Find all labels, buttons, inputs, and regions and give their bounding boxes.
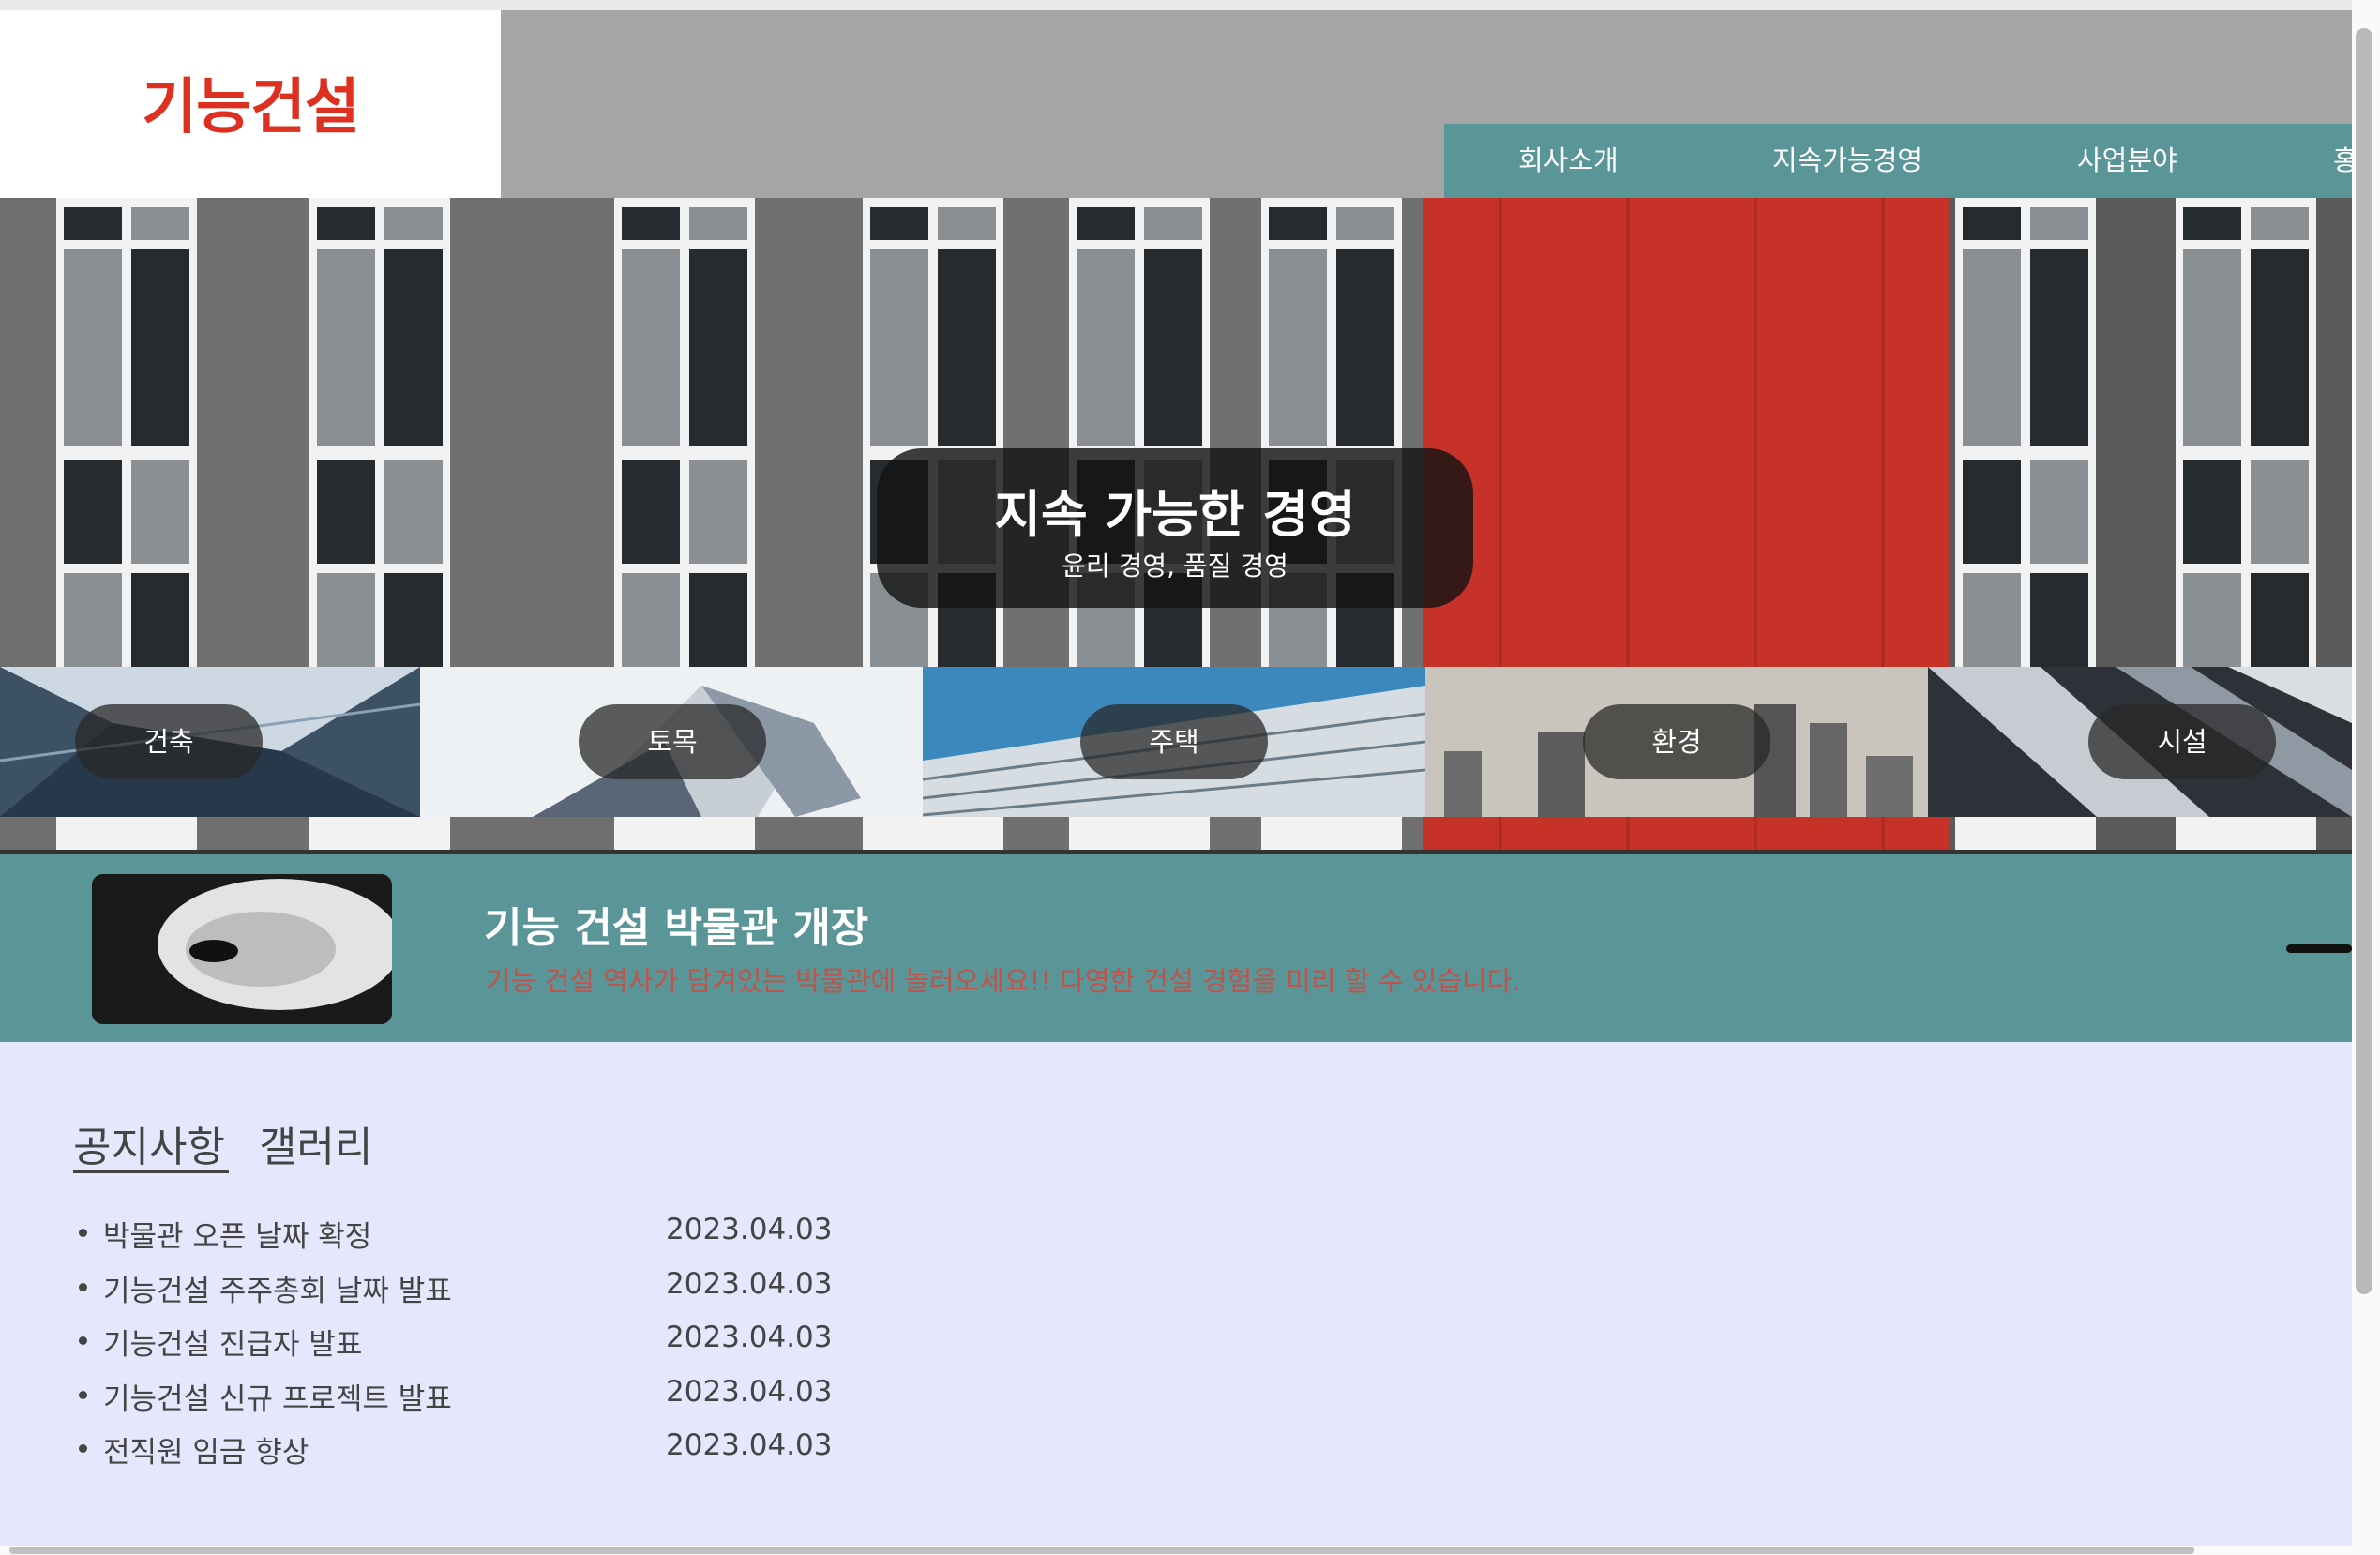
category-label-facility: 시설 bbox=[2088, 704, 2276, 779]
board-section: 공지사항 갤러리 박물관 오픈 날짜 확정 2023.04.03 기능건설 주주… bbox=[0, 1042, 2352, 1546]
category-tile-architecture[interactable]: 건축 bbox=[0, 667, 420, 817]
notice-list: 박물관 오픈 날짜 확정 2023.04.03 기능건설 주주총회 날짜 발표 … bbox=[75, 1203, 919, 1473]
notice-date: 2023.04.03 bbox=[666, 1428, 833, 1462]
notice-row[interactable]: 기능건설 진급자 발표 2023.04.03 bbox=[75, 1311, 919, 1366]
bullet-icon bbox=[79, 1229, 87, 1237]
main-nav: 회사소개 지속가능경영 사업분야 홍 bbox=[1444, 124, 2352, 198]
logo-area[interactable]: 기능건설 bbox=[0, 10, 501, 198]
notice-title[interactable]: 기능건설 진급자 발표 bbox=[103, 1321, 362, 1363]
banner-subtitle: 기능 건설 역사가 담겨있는 박물관에 놀러오세요!! 다영한 건설 경험을 미… bbox=[486, 965, 1521, 997]
notice-date: 2023.04.03 bbox=[666, 1213, 833, 1246]
banner-thumbnail bbox=[92, 874, 392, 1024]
tab-notices[interactable]: 공지사항 bbox=[73, 1113, 225, 1173]
notice-row[interactable]: 박물관 오픈 날짜 확정 2023.04.03 bbox=[75, 1203, 919, 1258]
category-tile-environment[interactable]: 환경 bbox=[1425, 667, 1928, 817]
horizontal-scrollbar-thumb[interactable] bbox=[9, 1547, 2194, 1554]
nav-item-sustainability[interactable]: 지속가능경영 bbox=[1772, 124, 1922, 198]
spiral-staircase-photo-icon bbox=[92, 874, 392, 1024]
top-strip bbox=[0, 0, 2380, 10]
hero-subtitle: 윤리 경영, 품질 경영 bbox=[1062, 551, 1288, 581]
category-tile-civil[interactable]: 토목 bbox=[420, 667, 923, 817]
category-tile-facility[interactable]: 시설 bbox=[1928, 667, 2352, 817]
notice-title[interactable]: 전직원 임금 향상 bbox=[103, 1428, 309, 1471]
category-label-environment: 환경 bbox=[1583, 704, 1770, 779]
notice-row[interactable]: 기능건설 신규 프로젝트 발표 2023.04.03 bbox=[75, 1366, 919, 1420]
notice-date: 2023.04.03 bbox=[666, 1321, 833, 1354]
hero-section: 지속 가능한 경영 윤리 경영, 품질 경영 건축 토목 주택 환경 시설 bbox=[0, 198, 2352, 854]
banner-title: 기능 건설 박물관 개장 bbox=[484, 904, 869, 952]
category-label-architecture: 건축 bbox=[75, 704, 263, 779]
notice-row[interactable]: 전직원 임금 향상 2023.04.03 bbox=[75, 1419, 919, 1473]
bullet-icon bbox=[79, 1282, 87, 1291]
notice-date: 2023.04.03 bbox=[666, 1266, 833, 1301]
hero-caption: 지속 가능한 경영 윤리 경영, 품질 경영 bbox=[877, 448, 1473, 608]
notice-date: 2023.04.03 bbox=[666, 1374, 833, 1409]
bullet-icon bbox=[79, 1336, 87, 1345]
notice-row[interactable]: 기능건설 주주총회 날짜 발표 2023.04.03 bbox=[75, 1258, 919, 1312]
bullet-icon bbox=[79, 1390, 87, 1399]
category-label-civil: 토목 bbox=[579, 704, 766, 779]
vertical-scrollbar-thumb[interactable] bbox=[2356, 28, 2372, 1294]
tab-active-underline bbox=[73, 1170, 229, 1173]
museum-banner[interactable]: 기능 건설 박물관 개장 기능 건설 역사가 담겨있는 박물관에 놀러오세요!!… bbox=[0, 854, 2352, 1042]
nav-item-pr[interactable]: 홍 bbox=[2333, 124, 2352, 198]
notice-title[interactable]: 박물관 오픈 날짜 확정 bbox=[103, 1213, 371, 1255]
nav-item-business[interactable]: 사업분야 bbox=[2077, 124, 2177, 198]
bullet-icon bbox=[79, 1444, 87, 1453]
logo[interactable]: 기능건설 bbox=[0, 59, 501, 145]
banner-indicator[interactable] bbox=[2286, 944, 2352, 953]
nav-item-company[interactable]: 회사소개 bbox=[1518, 124, 1619, 198]
hero-title: 지속 가능한 경영 bbox=[994, 485, 1356, 544]
category-label-housing: 주택 bbox=[1080, 704, 1268, 779]
notice-title[interactable]: 기능건설 신규 프로젝트 발표 bbox=[103, 1375, 452, 1417]
browser-viewport: 기능건설 회사소개 지속가능경영 사업분야 홍 지속 가능한 경영 윤리 경영,… bbox=[0, 0, 2380, 1555]
category-tile-housing[interactable]: 주택 bbox=[923, 667, 1425, 817]
notice-title[interactable]: 기능건설 주주총회 날짜 발표 bbox=[103, 1267, 452, 1309]
category-row: 건축 토목 주택 환경 시설 bbox=[0, 667, 2352, 817]
tab-gallery[interactable]: 갤러리 bbox=[259, 1113, 372, 1173]
